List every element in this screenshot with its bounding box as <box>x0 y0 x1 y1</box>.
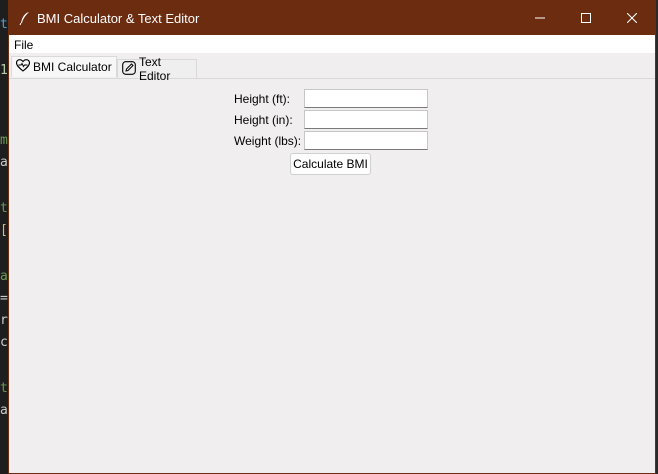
background-code-fragment: [ <box>0 224 8 238</box>
maximize-icon <box>581 13 591 23</box>
feather-icon <box>17 10 33 26</box>
background-code-fragment: 1 <box>0 64 8 78</box>
background-code-fragment: t <box>0 18 8 32</box>
heart-pulse-icon <box>15 59 31 75</box>
background-code-fragment: = <box>0 292 8 306</box>
weight-lbs-input[interactable] <box>304 131 428 150</box>
tab-text-editor[interactable]: Text Editor <box>117 55 197 83</box>
minimize-button[interactable] <box>517 1 563 35</box>
close-button[interactable] <box>609 1 655 35</box>
weight-lbs-label: Weight (lbs): <box>234 134 302 148</box>
tab-bmi-calculator[interactable]: BMI Calculator <box>11 56 117 77</box>
background-code-fragment: a <box>0 156 8 170</box>
height-ft-label: Height (ft): <box>234 92 291 106</box>
window-title: BMI Calculator & Text Editor <box>37 11 200 26</box>
background-code-fragment: a <box>0 270 8 284</box>
background-code-fragment: a <box>0 404 8 418</box>
menu-file[interactable]: File <box>14 38 33 52</box>
height-ft-input[interactable] <box>304 89 428 108</box>
background-code-fragment: r <box>0 314 8 328</box>
height-in-input[interactable] <box>304 110 428 129</box>
calculate-bmi-button[interactable]: Calculate BMI <box>290 153 371 175</box>
maximize-button[interactable] <box>563 1 609 35</box>
background-code-fragment: c <box>0 336 8 350</box>
title-bar[interactable]: BMI Calculator & Text Editor <box>9 1 655 35</box>
background-code-fragment: t <box>0 202 8 216</box>
app-window: BMI Calculator & Text Editor File BMI Ca… <box>8 0 656 474</box>
notebook-tab-strip: BMI Calculator Text Editor <box>9 55 655 83</box>
background-code-fragment: m <box>0 134 8 148</box>
close-icon <box>627 13 637 23</box>
tab-label: BMI Calculator <box>33 60 112 74</box>
menu-bar: File <box>9 35 655 53</box>
edit-icon <box>122 60 136 78</box>
background-code-fragment: t <box>0 382 8 396</box>
height-in-label: Height (in): <box>234 113 293 127</box>
tab-label: Text Editor <box>139 55 171 83</box>
minimize-icon <box>535 13 545 23</box>
